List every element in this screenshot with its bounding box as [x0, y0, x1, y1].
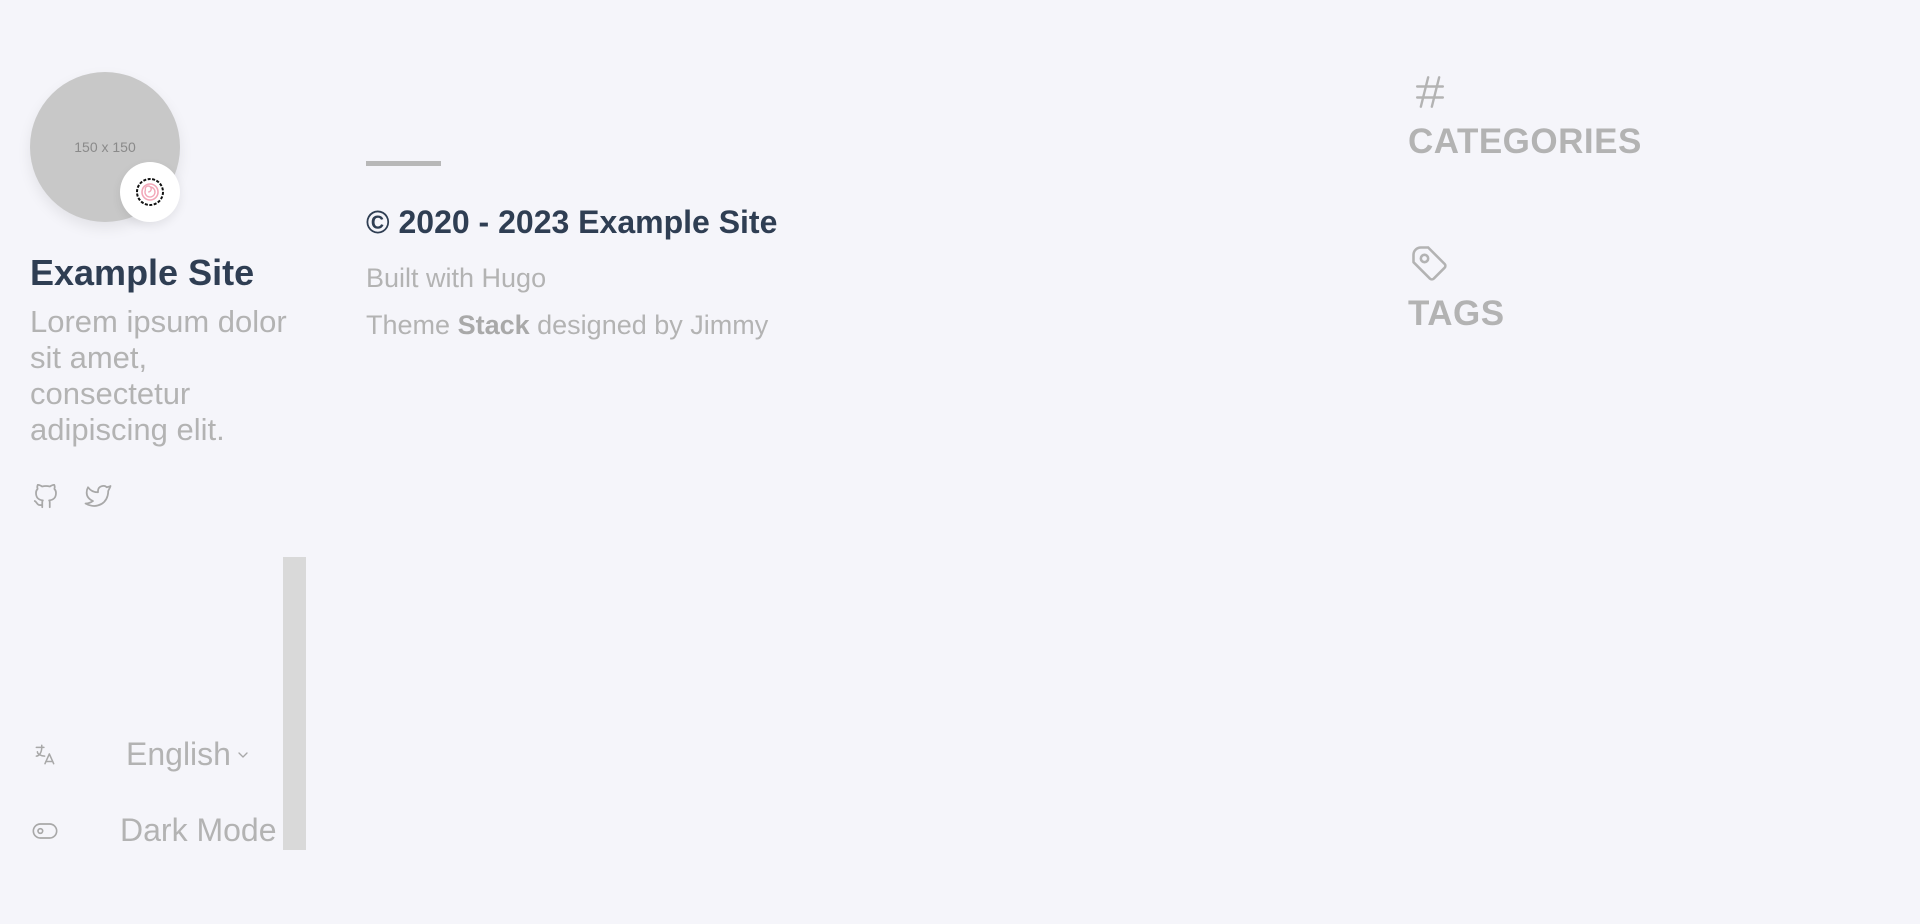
snail-shell-icon: [120, 162, 180, 222]
avatar-wrapper[interactable]: 150 x 150: [30, 72, 180, 222]
hugo-link[interactable]: Built with Hugo: [366, 263, 546, 293]
theme-suffix: designed by Jimmy: [537, 310, 769, 340]
dark-mode-label: Dark Mode: [120, 812, 277, 848]
built-with-text: Built with Hugo: [366, 263, 777, 294]
site-description: Lorem ipsum dolor sit amet, consectetur …: [30, 304, 287, 447]
categories-widget: CATEGORIES: [1408, 70, 1642, 162]
translate-icon: [30, 740, 60, 770]
avatar-placeholder-text: 150 x 150: [74, 139, 136, 155]
tag-icon: [1408, 242, 1452, 286]
twitter-icon[interactable]: [82, 480, 114, 512]
left-sidebar: 150 x 150 Example Site Lorem ipsum dolor…: [30, 72, 306, 512]
theme-prefix: Theme: [366, 310, 451, 340]
categories-title: CATEGORIES: [1408, 122, 1642, 161]
tags-widget: TAGS: [1408, 242, 1505, 334]
theme-credit: Theme Stack designed by Jimmy: [366, 310, 777, 341]
language-label: English: [126, 736, 231, 772]
hash-icon: [1408, 70, 1452, 114]
tags-title: TAGS: [1408, 294, 1505, 333]
dark-mode-toggle[interactable]: Dark Mode: [30, 812, 277, 849]
footer-divider: [366, 161, 441, 166]
toggle-icon: [30, 816, 60, 846]
social-links: [30, 480, 306, 512]
copyright-text: © 2020 - 2023 Example Site: [366, 204, 778, 240]
sidebar-scrollbar[interactable]: [283, 557, 306, 850]
site-footer: © 2020 - 2023 Example Site Built with Hu…: [366, 161, 777, 341]
site-title[interactable]: Example Site: [30, 252, 306, 294]
language-selector[interactable]: English: [30, 736, 251, 773]
theme-stack-link[interactable]: Stack: [458, 310, 530, 340]
github-icon[interactable]: [30, 480, 62, 512]
chevron-down-icon: [235, 747, 251, 763]
